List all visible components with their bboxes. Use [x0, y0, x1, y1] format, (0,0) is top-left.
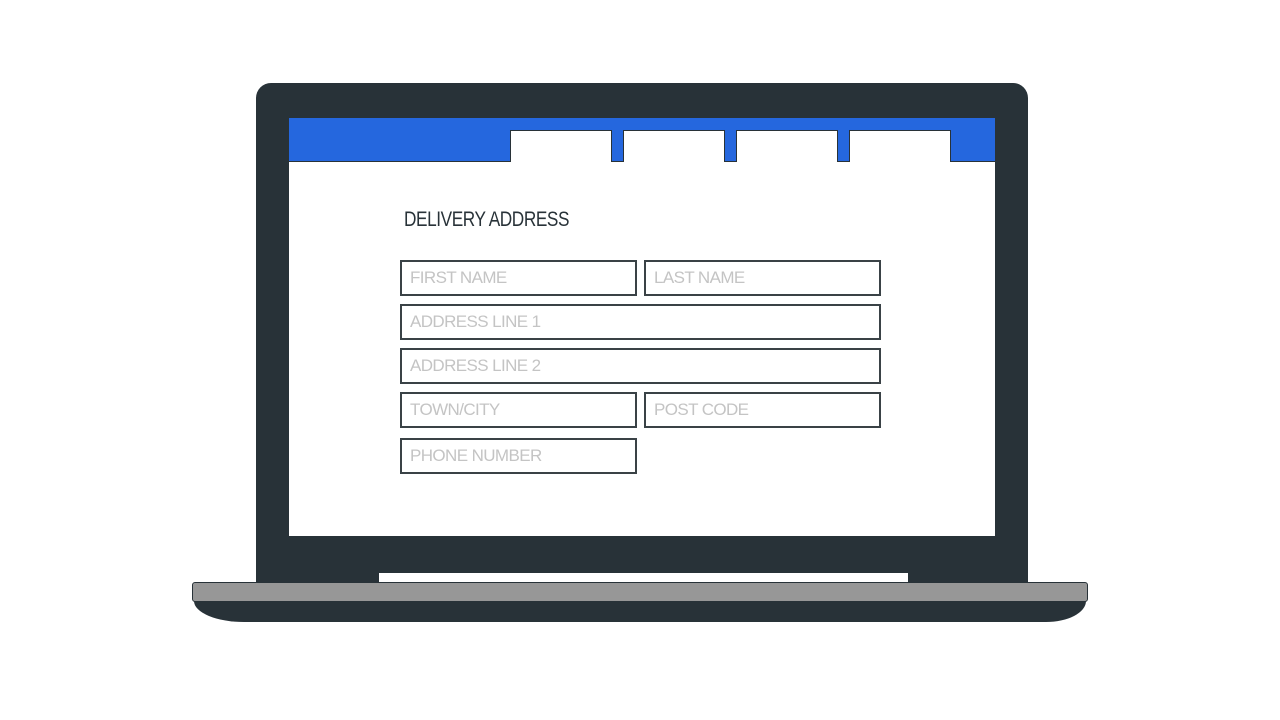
post-code-input[interactable] — [646, 394, 879, 426]
last-name-field[interactable] — [644, 260, 881, 296]
address-line-2-field[interactable] — [400, 348, 881, 384]
laptop-base-bottom — [194, 601, 1086, 622]
address-line-1-input[interactable] — [402, 306, 879, 338]
post-code-field[interactable] — [644, 392, 881, 428]
header-bar — [289, 118, 995, 162]
town-city-input[interactable] — [402, 394, 635, 426]
last-name-input[interactable] — [646, 262, 879, 294]
nav-tab-4[interactable] — [849, 130, 951, 162]
first-name-field[interactable] — [400, 260, 637, 296]
nav-tab-2[interactable] — [623, 130, 725, 162]
form-title: DELIVERY ADDRESS — [404, 208, 570, 231]
town-city-field[interactable] — [400, 392, 637, 428]
phone-number-field[interactable] — [400, 438, 637, 474]
address-line-1-field[interactable] — [400, 304, 881, 340]
phone-number-input[interactable] — [402, 440, 635, 472]
nav-tab-3[interactable] — [736, 130, 838, 162]
address-line-2-input[interactable] — [402, 350, 879, 382]
laptop-illustration: DELIVERY ADDRESS — [0, 0, 1280, 720]
laptop-screen: DELIVERY ADDRESS — [289, 118, 995, 536]
laptop-base-top — [192, 582, 1088, 602]
first-name-input[interactable] — [402, 262, 635, 294]
nav-tab-1[interactable] — [510, 130, 612, 162]
